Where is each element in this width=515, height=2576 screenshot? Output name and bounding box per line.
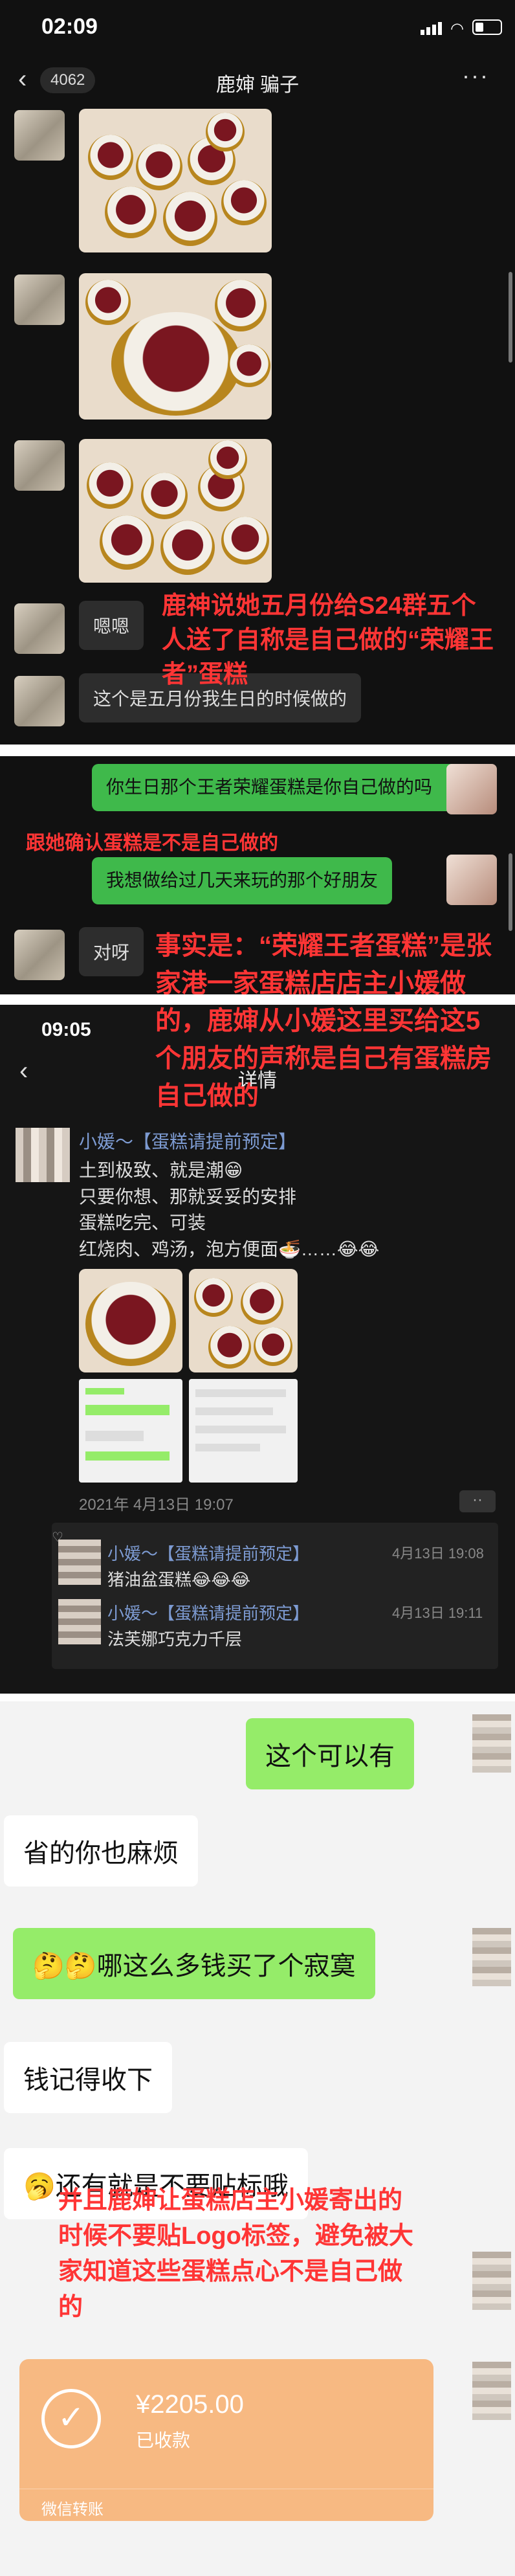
avatar[interactable] <box>446 764 497 814</box>
battery-icon <box>472 19 502 35</box>
message-bubble[interactable]: 钱记得收下 <box>4 2042 172 2113</box>
transfer-label: 微信转账 <box>41 2501 104 2518</box>
post-text: 土到极致、就是潮😁 只要你想、那就妥妥的安排 蛋糕吃完、可装 红烧肉、鸡汤，泡方… <box>79 1158 379 1262</box>
avatar[interactable] <box>14 440 65 491</box>
transfer-amount: ¥2205.00 <box>136 2390 244 2419</box>
annotation-text: 鹿神说她五月份给S24群五个人送了自称是自己做的“荣耀王者”蛋糕 <box>162 592 494 689</box>
message-bubble-outgoing[interactable]: 这个可以有 <box>246 1718 414 1789</box>
status-bar: 02:09 ◠ <box>0 0 515 58</box>
avatar[interactable] <box>472 2362 511 2420</box>
chat-title: 鹿婶 骗子 <box>215 74 300 96</box>
post-image[interactable] <box>189 1269 298 1372</box>
post-image-screenshot[interactable] <box>79 1379 182 1483</box>
cake-photo-2[interactable] <box>79 273 272 420</box>
message-bubble-outgoing[interactable]: 我想做给过几天来玩的那个好朋友 <box>92 857 393 904</box>
avatar[interactable] <box>14 603 65 654</box>
comments-panel: ♡ 小媛～【蛋糕请提前预定】 4月13日 19:08 猪油盆蛋糕😂😂😂 小媛～【… <box>52 1523 498 1669</box>
message-bubble[interactable]: 对呀 <box>79 927 144 976</box>
avatar[interactable] <box>472 1928 511 1986</box>
message-bubble-outgoing[interactable]: 🤔🤔哪这么多钱买了个寂寞 <box>13 1928 375 1999</box>
divider <box>0 1694 515 1701</box>
annotation-text: 事实是：“荣耀王者蛋糕”是张家港一家蛋糕店店主小媛做的，鹿婶从小媛这里买给这5个… <box>155 932 492 1110</box>
message-bubble[interactable]: 省的你也麻烦 <box>4 1815 198 1887</box>
wifi-icon: ◠ <box>450 20 464 38</box>
avatar[interactable] <box>58 1599 101 1644</box>
more-icon[interactable]: ·· <box>459 1490 496 1512</box>
avatar[interactable] <box>14 274 65 325</box>
post-date: 2021年 4月13日 19:07 <box>79 1496 234 1514</box>
status-time: 09:05 <box>41 1019 91 1040</box>
chat-screen-top: 02:09 ◠ ‹ 4062 鹿婶 骗子 ··· 嗯嗯 这个是五月份我生日的时候… <box>0 0 515 745</box>
annotation-text: 跟她确认蛋糕是不是自己做的 <box>26 833 278 854</box>
comment-time: 4月13日 19:08 <box>392 1545 484 1562</box>
comment-author[interactable]: 小媛～【蛋糕请提前预定】 <box>107 1541 309 1565</box>
post-line: 蛋糕吃完、可装 <box>79 1213 206 1233</box>
avatar[interactable] <box>472 2252 511 2310</box>
author-name[interactable]: 小媛～【蛋糕请提前预定】 <box>79 1128 296 1154</box>
post-line: 土到极致、就是潮😁 <box>79 1160 243 1180</box>
check-icon: ✓ <box>41 2389 101 2448</box>
chat-header: ‹ 4062 鹿婶 骗子 ··· <box>0 58 515 104</box>
post-line: 只要你想、那就妥妥的安排 <box>79 1186 297 1207</box>
comment-author[interactable]: 小媛～【蛋糕请提前预定】 <box>107 1600 309 1624</box>
chat-screen-light: 这个可以有 省的你也麻烦 🤔🤔哪这么多钱买了个寂寞 钱记得收下 🥱还有就是不要贴… <box>0 1701 515 2576</box>
avatar[interactable] <box>14 110 65 161</box>
cake-photo-1[interactable] <box>79 109 272 252</box>
divider <box>0 745 515 756</box>
cake-photo-3[interactable] <box>79 439 272 583</box>
avatar[interactable] <box>472 1714 511 1773</box>
avatar[interactable] <box>58 1540 101 1585</box>
avatar[interactable] <box>14 930 65 980</box>
moments-screen: 09:05 ‹ 详情 小媛～【蛋糕请提前预定】 土到极致、就是潮😁 只要你想、那… <box>0 932 515 1694</box>
signal-icon <box>421 22 444 35</box>
post-image-screenshot[interactable] <box>189 1379 298 1483</box>
scrollbar[interactable] <box>509 853 512 931</box>
avatar[interactable] <box>446 855 497 905</box>
scrollbar[interactable] <box>509 272 512 363</box>
comment-text: 法芙娜巧克力千层 <box>107 1630 243 1649</box>
avatar[interactable] <box>16 1128 70 1182</box>
transfer-card[interactable]: ✓ ¥2205.00 已收款 微信转账 <box>19 2359 433 2521</box>
comment-time: 4月13日 19:11 <box>392 1605 483 1621</box>
message-bubble[interactable]: 嗯嗯 <box>79 601 144 650</box>
comment-text: 猪油盆蛋糕😂😂😂 <box>107 1570 251 1589</box>
avatar[interactable] <box>14 676 65 726</box>
annotation-text: 并且鹿婶让蛋糕店主小媛寄出的时候不要贴Logo标签，避免被大家知道这些蛋糕点心不… <box>58 2187 413 2322</box>
more-icon[interactable]: ··· <box>462 62 489 89</box>
transfer-status: 已收款 <box>136 2430 191 2450</box>
message-bubble-outgoing[interactable]: 你生日那个王者荣耀蛋糕是你自己做的吗 <box>92 764 459 811</box>
post-image[interactable] <box>79 1269 182 1372</box>
post-line: 红烧肉、鸡汤，泡方便面🍜……😂😂 <box>79 1238 380 1259</box>
status-time: 02:09 <box>41 14 98 39</box>
